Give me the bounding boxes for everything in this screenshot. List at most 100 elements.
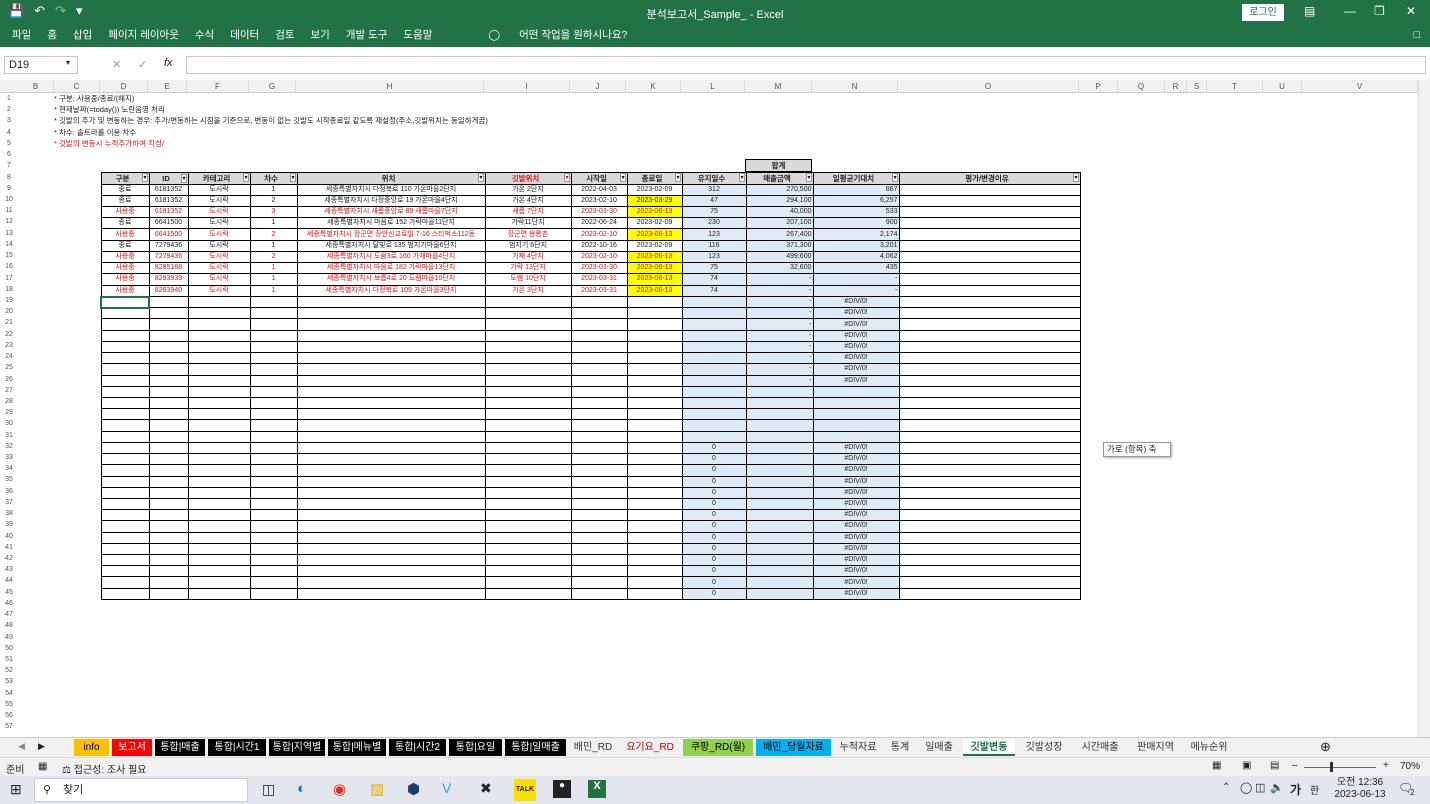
cell-위치[interactable] <box>296 419 486 432</box>
filter-dropdown-icon[interactable]: ▾ <box>1073 173 1079 182</box>
cell-시작일[interactable] <box>570 396 628 410</box>
cell-시작일[interactable]: 2023-03-30 <box>570 262 628 275</box>
cell-유지일수[interactable]: 74 <box>681 284 747 297</box>
cell-깃발위치[interactable] <box>484 587 572 600</box>
row-header[interactable]: 48 <box>0 620 18 631</box>
cell-평가-변경이유[interactable] <box>898 497 1081 511</box>
cell-일평균기대치[interactable]: #DIV/0! <box>812 363 900 376</box>
filter-dropdown-icon[interactable]: ▾ <box>675 173 681 182</box>
cell-구분[interactable] <box>100 565 150 578</box>
header-깃발위치[interactable]: 깃발위치 ▾ <box>484 171 572 185</box>
cell-평가-변경이유[interactable] <box>898 329 1081 342</box>
cell-유지일수[interactable] <box>681 329 747 342</box>
cell-시작일[interactable] <box>570 554 628 567</box>
cell-매출금액[interactable] <box>745 453 814 466</box>
cell-일평균기대치[interactable]: 533 <box>812 205 900 219</box>
cell-시작일[interactable] <box>570 385 628 398</box>
cell-유지일수[interactable]: 75 <box>681 262 747 275</box>
cell-id[interactable] <box>148 396 189 410</box>
cell-카테고리[interactable] <box>187 419 251 432</box>
cell-구분[interactable] <box>100 520 150 533</box>
cell-구분[interactable] <box>100 497 150 511</box>
cell-카테고리[interactable]: 도시락 <box>187 205 251 219</box>
cell-깃발위치[interactable] <box>484 542 572 556</box>
row-header[interactable]: 54 <box>0 688 18 699</box>
sheet-tab-통합-시간1[interactable]: 통합|시간1 <box>208 739 266 756</box>
cell-카테고리[interactable] <box>187 352 251 365</box>
cell-카테고리[interactable] <box>187 385 251 398</box>
cell-id[interactable]: 8293939 <box>148 273 189 286</box>
cell-차수[interactable]: 2 <box>249 250 298 264</box>
cell-평가-변경이유[interactable] <box>898 408 1081 421</box>
chrome-icon[interactable]: ◉ <box>333 780 346 798</box>
cell-종료일[interactable] <box>626 531 683 544</box>
cell-id[interactable] <box>148 385 189 398</box>
cell-위치[interactable] <box>296 475 486 488</box>
cell-유지일수[interactable]: 0 <box>681 554 747 567</box>
cell-카테고리[interactable]: 도시락 <box>187 284 251 297</box>
cell-차수[interactable] <box>249 475 298 488</box>
cell-카테고리[interactable] <box>187 408 251 421</box>
filter-dropdown-icon[interactable]: ▾ <box>142 173 148 182</box>
cell-평가-변경이유[interactable] <box>898 396 1081 410</box>
column-header-t[interactable]: T <box>1207 80 1263 93</box>
clock[interactable]: 오전 12:36 2023-06-13 <box>1334 777 1386 801</box>
cell-구분[interactable] <box>100 430 150 443</box>
cell-위치[interactable] <box>296 565 486 578</box>
cell-일평균기대치[interactable]: 2,174 <box>812 228 900 241</box>
column-header-d[interactable]: D <box>100 80 148 93</box>
cell-유지일수[interactable]: 312 <box>681 183 747 196</box>
sheet-tab-통합-일매출[interactable]: 통합|일매출 <box>505 739 566 756</box>
cell-차수[interactable] <box>249 542 298 556</box>
cell-종료일[interactable]: 2023-02-09 <box>626 217 683 230</box>
cell-카테고리[interactable]: 도시락 <box>187 228 251 241</box>
cell-유지일수[interactable]: 123 <box>681 228 747 241</box>
cell-카테고리[interactable] <box>187 295 251 309</box>
cell-시작일[interactable]: 2023-02-10 <box>570 250 628 264</box>
cell-깃발위치[interactable] <box>484 340 572 354</box>
cell-카테고리[interactable] <box>187 430 251 443</box>
row-header[interactable]: 34 <box>0 463 18 474</box>
cell-시작일[interactable] <box>570 565 628 578</box>
header-id[interactable]: ID ▾ <box>148 171 189 185</box>
cell-카테고리[interactable]: 도시락 <box>187 262 251 275</box>
sheet-tab-통합-요일[interactable]: 통합|요일 <box>449 739 502 756</box>
row-header[interactable]: 30 <box>0 418 18 429</box>
cell-id[interactable]: 6181352 <box>148 205 189 219</box>
row-header[interactable]: 51 <box>0 654 18 665</box>
cell-구분[interactable] <box>100 408 150 421</box>
cell-종료일[interactable]: 2023-02-09 <box>626 183 683 196</box>
cell-카테고리[interactable] <box>187 441 251 455</box>
cell-id[interactable] <box>148 430 189 443</box>
macro-icon[interactable]: ▦ <box>38 761 47 772</box>
cell-시작일[interactable] <box>570 531 628 544</box>
cell-매출금액[interactable] <box>745 509 814 522</box>
cell-카테고리[interactable] <box>187 486 251 499</box>
cell-일평균기대치[interactable] <box>812 385 900 398</box>
cell-매출금액[interactable]: - <box>745 318 814 331</box>
cell-차수[interactable] <box>249 419 298 432</box>
cell-깃발위치[interactable] <box>484 441 572 455</box>
ribbon-tab-9[interactable]: 도움말 <box>403 25 432 47</box>
cell-유지일수[interactable] <box>681 307 747 320</box>
cell-매출금액[interactable] <box>745 464 814 477</box>
cell-id[interactable] <box>148 329 189 342</box>
cell-일평균기대치[interactable]: #DIV/0! <box>812 340 900 354</box>
cell-매출금액[interactable] <box>745 408 814 421</box>
cell-id[interactable]: 7279436 <box>148 250 189 264</box>
cell-차수[interactable] <box>249 520 298 533</box>
cell-위치[interactable] <box>296 520 486 533</box>
cell-시작일[interactable] <box>570 497 628 511</box>
cell-유지일수[interactable]: 0 <box>681 509 747 522</box>
sheet-area[interactable]: * 구분: 사용중/종료/(해지) * 현재날짜(=today()) 노란음영 처… <box>18 93 1420 737</box>
cell-id[interactable] <box>148 520 189 533</box>
filter-dropdown-icon[interactable]: ▾ <box>620 173 626 182</box>
cell-평가-변경이유[interactable] <box>898 340 1081 354</box>
cell-유지일수[interactable]: 75 <box>681 205 747 219</box>
cell-차수[interactable]: 1 <box>249 262 298 275</box>
cell-차수[interactable] <box>249 408 298 421</box>
cell-매출금액[interactable]: - <box>745 295 814 309</box>
row-header[interactable]: 20 <box>0 306 18 317</box>
tab-scroll-left-icon[interactable]: ◀ <box>18 741 25 752</box>
cell-평가-변경이유[interactable] <box>898 509 1081 522</box>
